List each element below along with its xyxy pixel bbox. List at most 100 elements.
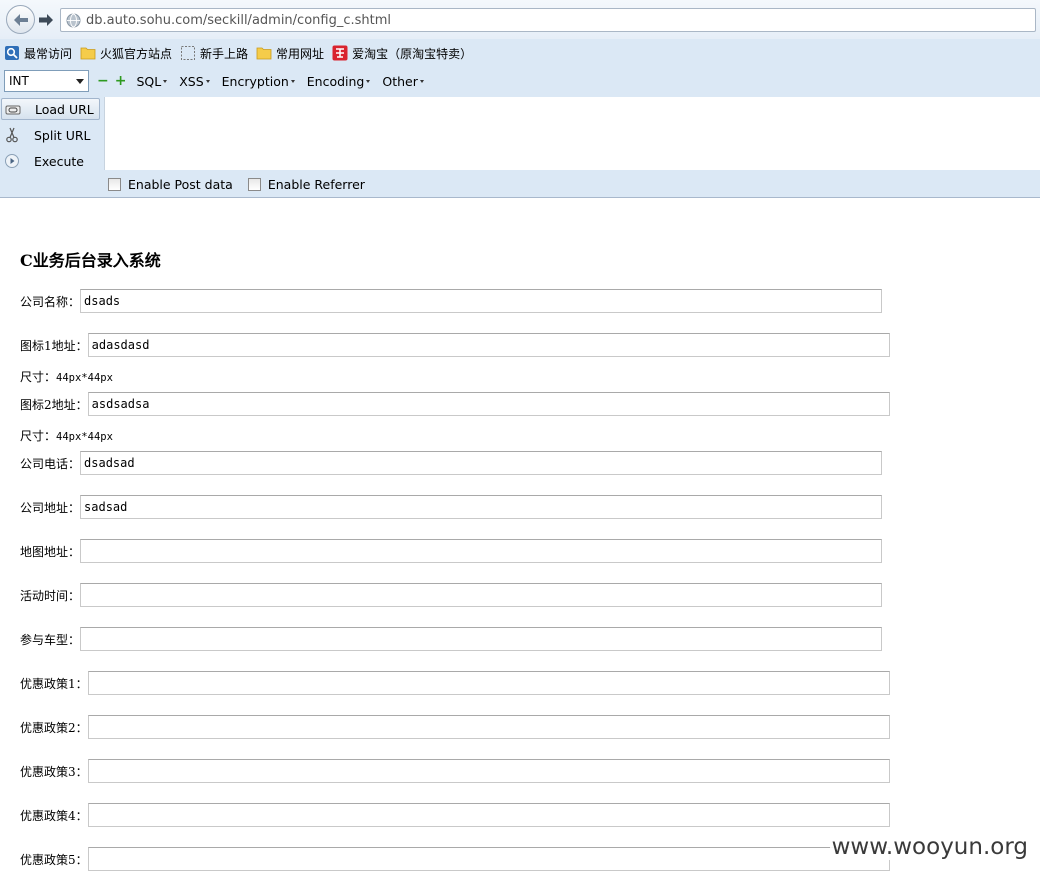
url-bar[interactable]: db.auto.sohu.com/seckill/admin/config_c.… [60,8,1036,32]
form-row-policy-4: 优惠政策4： [20,803,890,827]
scissors-icon [6,127,18,143]
enable-post-data-label: Enable Post data [128,177,233,192]
bookmark-label: 最常访问 [24,46,73,61]
field-label: 优惠政策4： [20,808,88,823]
form-row-policy-3: 优惠政策3： [20,759,890,783]
form-row-policy-2: 优惠政策2： [20,715,890,739]
post-options: Enable Post data Enable Referrer [108,177,380,192]
bookmark-label: 常用网址 [276,46,325,61]
form-row-company-phone: 公司电话： dsadsad [20,451,883,475]
event-time-input[interactable] [80,583,883,607]
bookmark-label: 爱淘宝（原淘宝特卖） [352,46,473,61]
icon2-url-input[interactable]: asdsadsa [87,392,890,416]
plus-icon[interactable]: + [115,74,127,88]
field-label: 地图地址： [20,544,81,559]
field-label: 图标1地址： [20,338,88,353]
form-row-company-name: 公司名称： dsads [20,289,883,313]
form-row-event-time: 活动时间： [20,583,883,607]
map-address-input[interactable] [80,539,883,563]
folder-icon [80,47,96,60]
hackbar-panel: Load URL Split URL Execute Enable Post d… [0,95,1040,198]
field-label: 优惠政策3： [20,764,88,779]
folder-icon [256,47,272,60]
policy-3-input[interactable] [87,759,890,783]
load-url-button[interactable]: Load URL [1,98,100,120]
bookmark-getting-started[interactable]: 新手上路 [180,45,248,62]
icon2-size-note: 尺寸：44px*44px [20,427,113,444]
navigation-bar: db.auto.sohu.com/seckill/admin/config_c.… [0,0,1040,39]
load-url-label: Load URL [35,101,94,117]
play-icon [5,154,19,168]
field-label: 优惠政策2： [20,720,88,735]
menu-xss[interactable]: XSS [179,74,210,89]
menu-encryption[interactable]: Encryption [222,74,295,89]
field-label: 活动时间： [20,588,81,603]
caret-down-icon [205,79,210,83]
split-url-label: Split URL [34,127,91,143]
field-label: 优惠政策1： [20,676,88,691]
watermark: www.wooyun.org [829,834,1030,860]
size-label: 尺寸： [20,429,57,443]
company-phone-input[interactable]: dsadsad [80,451,883,475]
bookmark-common-sites[interactable]: 常用网址 [256,45,324,62]
size-value: 44px*44px [56,431,113,443]
chevron-down-icon [76,79,84,84]
taobao-icon [332,45,348,61]
company-name-input[interactable]: dsads [80,289,883,313]
caret-down-icon [366,79,371,83]
forward-button[interactable] [37,11,55,29]
minus-icon[interactable]: − [97,74,109,88]
field-label: 公司名称： [20,294,81,309]
form-row-company-address: 公司地址： sadsad [20,495,883,519]
menu-sql[interactable]: SQL [136,74,168,89]
split-url-button[interactable]: Split URL [1,124,100,146]
field-label: 公司地址： [20,500,81,515]
menu-other[interactable]: Other [382,74,424,89]
policy-2-input[interactable] [87,715,890,739]
type-select[interactable]: INT [4,70,89,92]
bookmark-ai-taobao[interactable]: 爱淘宝（原淘宝特卖） [332,45,472,62]
bookmark-most-visited[interactable]: 最常访问 [4,45,72,62]
enable-referrer-checkbox[interactable] [247,178,261,191]
enable-referrer-option[interactable]: Enable Referrer [247,177,365,192]
page-title: C业务后台录入系统 [20,251,161,270]
car-models-input[interactable] [80,627,883,651]
caret-down-icon [290,79,295,83]
forward-arrow-icon [39,14,53,26]
form-row-policy-1: 优惠政策1： [20,671,890,695]
bookmark-label: 新手上路 [200,46,249,61]
url-textarea[interactable] [104,97,1040,170]
menu-encoding[interactable]: Encoding [307,74,371,89]
caret-down-icon [419,79,424,83]
load-url-icon [5,105,21,115]
form-row-policy-5: 优惠政策5： [20,847,890,871]
size-label: 尺寸： [20,370,57,384]
back-button[interactable] [6,5,35,34]
back-arrow-icon [13,13,28,26]
execute-button[interactable]: Execute [1,150,100,172]
policy-1-input[interactable] [87,671,890,695]
icon1-url-input[interactable]: adasdasd [87,333,890,357]
page-content: C业务后台录入系统 公司名称： dsads 图标1地址： adasdasd 尺寸… [0,199,1040,874]
most-visited-icon [5,46,19,60]
policy-5-input[interactable] [87,847,890,871]
dashed-page-icon [181,46,196,60]
form-row-car-models: 参与车型： [20,627,883,651]
field-label: 优惠政策5： [20,852,88,867]
url-text: db.auto.sohu.com/seckill/admin/config_c.… [86,13,391,28]
field-label: 公司电话： [20,456,81,471]
type-select-value: INT [9,74,29,88]
caret-down-icon [163,79,168,83]
globe-icon [66,13,81,28]
enable-referrer-label: Enable Referrer [267,177,365,192]
enable-post-data-option[interactable]: Enable Post data [108,177,233,192]
field-label: 图标2地址： [20,397,88,412]
bookmark-firefox-official[interactable]: 火狐官方站点 [80,45,172,62]
form-row-map-address: 地图地址： [20,539,883,563]
execute-label: Execute [34,153,84,169]
form-row-icon2-url: 图标2地址： asdsadsa [20,392,890,416]
field-label: 参与车型： [20,632,81,647]
policy-4-input[interactable] [87,803,890,827]
enable-post-data-checkbox[interactable] [108,178,121,191]
company-address-input[interactable]: sadsad [80,495,883,519]
